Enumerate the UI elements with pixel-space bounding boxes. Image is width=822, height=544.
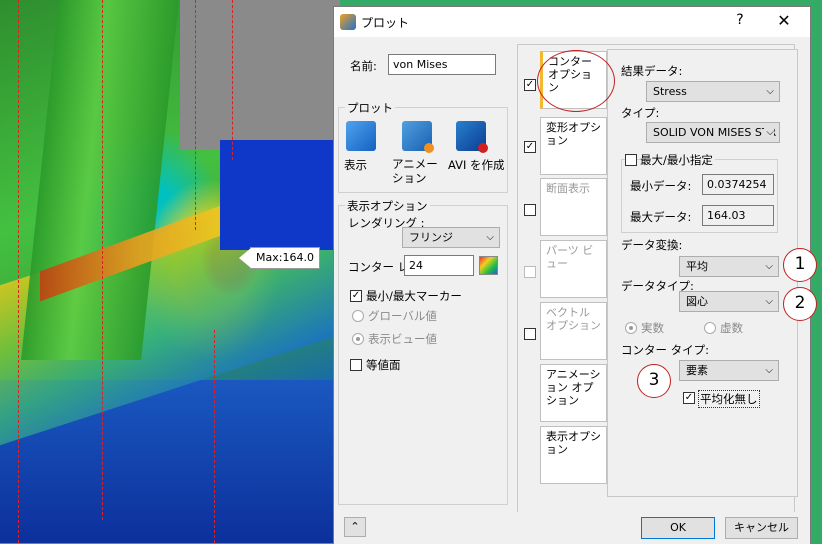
rendering-select[interactable]: フリンジ ⌵ — [402, 227, 500, 248]
global-value-radio[interactable] — [352, 310, 364, 322]
ok-button[interactable]: OK — [641, 517, 715, 539]
mesh-edge-line — [195, 0, 196, 230]
imaginary-radio[interactable] — [704, 322, 716, 334]
cancel-button[interactable]: キャンセル — [725, 517, 798, 539]
global-value-label: グローバル値 — [368, 309, 437, 323]
mesh-edge-line — [232, 0, 233, 160]
type-label: タイプ: — [621, 106, 660, 120]
callout-3: 3 — [637, 364, 671, 398]
rendering-value: フリンジ — [409, 231, 453, 244]
callout-1: 1 — [783, 248, 817, 282]
display-options-group: 表示オプション — [338, 198, 508, 505]
dialog-title: プロット — [361, 16, 410, 30]
display-icon[interactable] — [346, 121, 376, 151]
model-viewport[interactable]: Max:164.0 — [0, 0, 340, 543]
contour-type-value: 要素 — [686, 364, 708, 377]
help-button[interactable]: ? — [730, 12, 750, 28]
callout-oval — [537, 50, 615, 112]
imaginary-label: 虚数 — [720, 321, 743, 335]
contour-levels-label: コンター レ — [348, 260, 410, 274]
isosurface-checkbox[interactable] — [350, 359, 362, 371]
contour-levels-input[interactable]: 24 — [404, 255, 474, 276]
viewport-background — [180, 0, 340, 150]
tab-display-options[interactable]: 表示オプション — [540, 426, 607, 484]
animation-button-label[interactable]: アニメーション — [392, 157, 442, 185]
tab-section-view[interactable]: 断面表示 — [540, 178, 607, 236]
data-type-select[interactable]: 図心 ⌵ — [679, 291, 779, 312]
minmax-marker-label: 最小/最大マーカー — [366, 289, 462, 303]
mesh-edge-line — [214, 330, 215, 543]
tab-deform-options[interactable]: 変形オプション — [540, 117, 607, 175]
max-data-field[interactable]: 164.03 — [702, 205, 774, 226]
minmax-marker-checkbox[interactable]: ✓ — [350, 290, 362, 302]
avi-icon[interactable] — [456, 121, 488, 153]
tab-parts-view[interactable]: パーツ ビュー — [540, 240, 607, 298]
minmax-specify-checkbox[interactable] — [625, 154, 637, 166]
name-input[interactable]: von Mises — [388, 54, 496, 75]
tab-section-checkbox[interactable] — [524, 204, 536, 216]
type-value: SOLID VON MISES STR — [653, 126, 777, 139]
contour-type-select[interactable]: 要素 ⌵ — [679, 360, 779, 381]
mesh-blue-region — [220, 140, 340, 250]
results-value: Stress — [653, 85, 687, 98]
data-type-value: 図心 — [686, 295, 708, 308]
close-button[interactable]: ✕ — [774, 11, 794, 30]
isosurface-label: 等値面 — [366, 358, 401, 372]
tab-vector-checkbox[interactable] — [524, 328, 536, 340]
min-data-field[interactable]: 0.0374254 — [702, 174, 774, 195]
dialog-titlebar: プロット ? ✕ — [334, 7, 810, 37]
name-label: 名前: — [350, 59, 377, 73]
view-value-radio[interactable] — [352, 333, 364, 345]
max-value-marker: Max:164.0 — [239, 247, 320, 269]
no-averaging-label: 平均化無し — [698, 390, 760, 408]
display-button-label[interactable]: 表示 — [344, 157, 367, 173]
data-conversion-value: 平均 — [686, 260, 708, 273]
minmax-specify-label: 最大/最小指定 — [640, 152, 715, 168]
chevron-down-icon: ⌵ — [486, 232, 494, 243]
type-select[interactable]: SOLID VON MISES STR ⌵ — [646, 122, 780, 143]
animation-icon[interactable] — [402, 121, 434, 153]
real-label: 実数 — [641, 321, 664, 335]
tab-vector-options[interactable]: ベクトル オプション — [540, 302, 607, 360]
max-data-label: 最大データ: — [630, 210, 692, 224]
callout-2: 2 — [783, 287, 817, 321]
no-averaging-checkbox[interactable]: ✓ — [683, 392, 695, 404]
tab-contour-checkbox[interactable]: ✓ — [524, 79, 536, 91]
collapse-button[interactable]: ⌃ — [344, 517, 366, 537]
mesh-edge-line — [18, 0, 19, 543]
app-icon — [340, 14, 356, 30]
tab-deform-checkbox[interactable]: ✓ — [524, 141, 536, 153]
results-select[interactable]: Stress ⌵ — [646, 81, 780, 102]
color-scale-icon[interactable] — [479, 256, 498, 275]
chevron-down-icon: ⌵ — [765, 261, 773, 272]
avi-button-label[interactable]: AVI を作成 — [448, 157, 505, 173]
contour-type-label: コンター タイプ: — [621, 343, 710, 357]
chevron-down-icon: ⌵ — [764, 123, 774, 142]
real-radio[interactable] — [625, 322, 637, 334]
chevron-down-icon: ⌵ — [765, 296, 773, 307]
chevron-down-icon: ⌵ — [765, 365, 773, 376]
mesh-edge-line — [102, 0, 103, 520]
chevron-down-icon: ⌵ — [766, 86, 774, 97]
view-value-label: 表示ビュー値 — [368, 332, 437, 346]
display-options-title: 表示オプション — [345, 198, 430, 214]
tab-parts-checkbox — [524, 266, 536, 278]
data-conversion-select[interactable]: 平均 ⌵ — [679, 256, 779, 277]
tab-animation-options[interactable]: アニメーション オプション — [540, 364, 607, 422]
data-conversion-label: データ変換: — [621, 238, 683, 252]
plot-group-title: プロット — [345, 100, 395, 116]
min-data-label: 最小データ: — [630, 179, 692, 193]
results-label: 結果データ: — [621, 64, 683, 78]
